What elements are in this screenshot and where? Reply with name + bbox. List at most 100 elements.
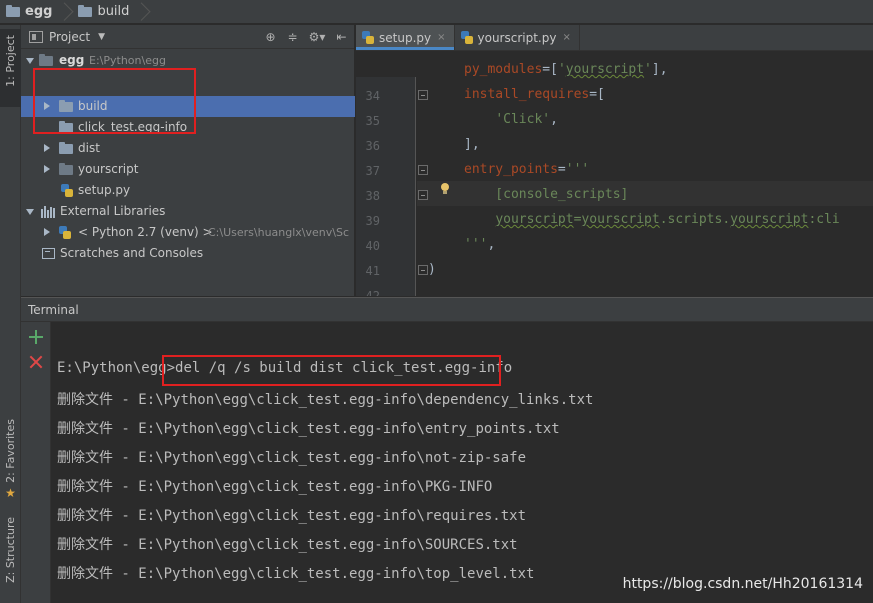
tree-item-setup-py[interactable]: setup.py bbox=[21, 180, 355, 201]
star-icon: ★ bbox=[5, 485, 16, 500]
folder-icon bbox=[59, 100, 73, 112]
breadcrumb-egg[interactable]: egg bbox=[6, 0, 62, 24]
python-file-icon bbox=[460, 31, 473, 44]
tree-item-label: build bbox=[78, 99, 108, 113]
code-area[interactable]: 34 35 36 37 38 39 40 41 42 py_modules=['… bbox=[356, 51, 873, 296]
terminal-header: Terminal bbox=[21, 297, 873, 322]
tree-item-yourscript[interactable]: yourscript bbox=[21, 159, 355, 180]
deleted-path: E:\Python\egg\click_test.egg-info\entry_… bbox=[138, 421, 560, 437]
tree-item-build[interactable]: build bbox=[21, 96, 355, 117]
structure-tool-button[interactable]: Z: Structure bbox=[0, 513, 21, 599]
close-icon[interactable]: × bbox=[437, 32, 445, 43]
delete-separator: - bbox=[113, 566, 139, 582]
delete-separator: - bbox=[113, 421, 139, 437]
close-icon[interactable]: × bbox=[562, 32, 570, 43]
terminal-output-line: 删除文件 - E:\Python\egg\click_test.egg-info… bbox=[57, 418, 560, 438]
deleted-path: E:\Python\egg\click_test.egg-info\depend… bbox=[138, 392, 594, 408]
target-icon[interactable]: ⊕ bbox=[264, 30, 277, 44]
fold-marker-icon[interactable] bbox=[418, 165, 428, 175]
navigation-bar: egg build bbox=[0, 0, 873, 24]
console-icon bbox=[42, 248, 55, 259]
project-panel-title[interactable]: Project bbox=[49, 30, 90, 44]
code-line-41: ''', bbox=[464, 237, 496, 252]
breadcrumb-root-label: egg bbox=[25, 4, 53, 19]
terminal-output-line: 删除文件 - E:\Python\egg\click_test.egg-info… bbox=[57, 505, 526, 525]
tree-root-egg[interactable]: egg E:\Python\egg bbox=[21, 50, 355, 71]
terminal-command: del /q /s build dist click_test.egg-info bbox=[175, 360, 513, 376]
code-line-34: py_modules=['yourscript'], bbox=[464, 62, 668, 77]
tree-item-label: < Python 2.7 (venv) > bbox=[78, 225, 213, 239]
lightbulb-icon[interactable] bbox=[440, 183, 450, 195]
collapse-arrow-icon[interactable] bbox=[44, 165, 50, 173]
fold-marker-icon[interactable] bbox=[418, 190, 428, 200]
tab-yourscript-py[interactable]: yourscript.py × bbox=[455, 25, 580, 50]
code-line-36: 'Click', bbox=[495, 112, 558, 127]
tab-setup-py[interactable]: setup.py × bbox=[356, 25, 455, 50]
terminal-panel: Terminal E:\Python\egg>del /q /s build d… bbox=[21, 297, 873, 603]
tree-item-label: click_test.egg-info bbox=[78, 120, 188, 134]
favorites-tool-button[interactable]: 2: Favorites ★ bbox=[0, 415, 21, 505]
terminal-title[interactable]: Terminal bbox=[28, 303, 79, 317]
folder-icon bbox=[59, 121, 73, 133]
tree-root-label: egg bbox=[59, 53, 85, 67]
code-line-38: entry_points=''' bbox=[464, 162, 590, 177]
tree-item-label: External Libraries bbox=[60, 204, 166, 218]
editor-gutter: 34 35 36 37 38 39 40 41 42 bbox=[356, 77, 416, 296]
chevron-down-icon[interactable]: ▼ bbox=[98, 32, 105, 42]
delete-separator: - bbox=[113, 508, 139, 524]
code-editor: setup.py × yourscript.py × 34 35 36 37 3… bbox=[356, 25, 873, 296]
collapse-all-icon[interactable]: ≑ bbox=[286, 30, 299, 44]
python-file-icon bbox=[362, 31, 374, 44]
package-icon bbox=[59, 163, 73, 175]
line-number: 40 bbox=[365, 239, 380, 253]
tree-python-sdk[interactable]: < Python 2.7 (venv) > C:\Users\huanglx\v… bbox=[21, 222, 355, 243]
deleted-path: E:\Python\egg\click_test.egg-info\top_le… bbox=[138, 566, 535, 582]
expand-arrow-icon[interactable] bbox=[26, 58, 34, 64]
hide-panel-icon[interactable]: ⇤ bbox=[335, 30, 348, 44]
tab-label: setup.py bbox=[379, 30, 432, 45]
breadcrumb-build[interactable]: build bbox=[78, 0, 139, 24]
breadcrumb-separator bbox=[139, 0, 149, 24]
terminal-command-line: E:\Python\egg>del /q /s build dist click… bbox=[57, 360, 512, 376]
line-number: 36 bbox=[365, 139, 380, 153]
delete-label: 删除文件 bbox=[57, 421, 113, 437]
library-icon bbox=[41, 206, 55, 218]
collapse-arrow-icon[interactable] bbox=[44, 144, 50, 152]
terminal-output-line: 删除文件 - E:\Python\egg\click_test.egg-info… bbox=[57, 476, 492, 496]
editor-tabs: setup.py × yourscript.py × bbox=[356, 25, 873, 51]
collapse-arrow-icon[interactable] bbox=[44, 102, 50, 110]
tab-label: yourscript.py bbox=[477, 30, 557, 45]
gear-icon[interactable]: ⚙▾ bbox=[308, 30, 326, 44]
project-tool-button[interactable]: 1: Project bbox=[0, 29, 21, 107]
expand-arrow-icon[interactable] bbox=[26, 209, 34, 215]
terminal-output-line: 删除文件 - E:\Python\egg\click_test.egg-info… bbox=[57, 534, 518, 554]
left-tool-strip: 1: Project 2: Favorites ★ Z: Structure bbox=[0, 25, 21, 603]
delete-separator: - bbox=[113, 392, 139, 408]
tree-scratches[interactable]: Scratches and Consoles bbox=[21, 243, 355, 264]
breadcrumb-separator bbox=[62, 0, 72, 24]
line-number: 41 bbox=[365, 264, 380, 278]
delete-separator: - bbox=[113, 537, 139, 553]
project-panel-toolbar: ⊕ ≑ ⚙▾ ⇤ bbox=[264, 25, 348, 49]
fold-marker-icon[interactable] bbox=[418, 265, 428, 275]
deleted-path: E:\Python\egg\click_test.egg-info\SOURCE… bbox=[138, 537, 518, 553]
breadcrumb-child-label: build bbox=[97, 4, 130, 19]
collapse-arrow-icon[interactable] bbox=[44, 228, 50, 236]
line-number: 34 bbox=[365, 89, 380, 103]
tree-item-dist[interactable]: dist bbox=[21, 138, 355, 159]
fold-marker-icon[interactable] bbox=[418, 90, 428, 100]
deleted-path: E:\Python\egg\click_test.egg-info\requir… bbox=[138, 508, 527, 524]
project-panel: Project ▼ ⊕ ≑ ⚙▾ ⇤ egg E:\Python\egg bui… bbox=[21, 25, 355, 296]
terminal-output-line: 删除文件 - E:\Python\egg\click_test.egg-info… bbox=[57, 563, 534, 583]
tree-external-libraries[interactable]: External Libraries bbox=[21, 201, 355, 222]
delete-label: 删除文件 bbox=[57, 566, 113, 582]
terminal-prompt: E:\Python\egg> bbox=[57, 360, 176, 376]
project-panel-header: Project ▼ ⊕ ≑ ⚙▾ ⇤ bbox=[21, 25, 354, 49]
tree-item-egg-info[interactable]: click_test.egg-info bbox=[21, 117, 355, 138]
tree-item-label: Scratches and Consoles bbox=[60, 246, 204, 260]
terminal-output[interactable]: E:\Python\egg>del /q /s build dist click… bbox=[21, 322, 873, 603]
tree-item-label: yourscript bbox=[78, 162, 139, 176]
delete-separator: - bbox=[113, 479, 139, 495]
folder-icon bbox=[78, 4, 93, 17]
delete-label: 删除文件 bbox=[57, 537, 113, 553]
